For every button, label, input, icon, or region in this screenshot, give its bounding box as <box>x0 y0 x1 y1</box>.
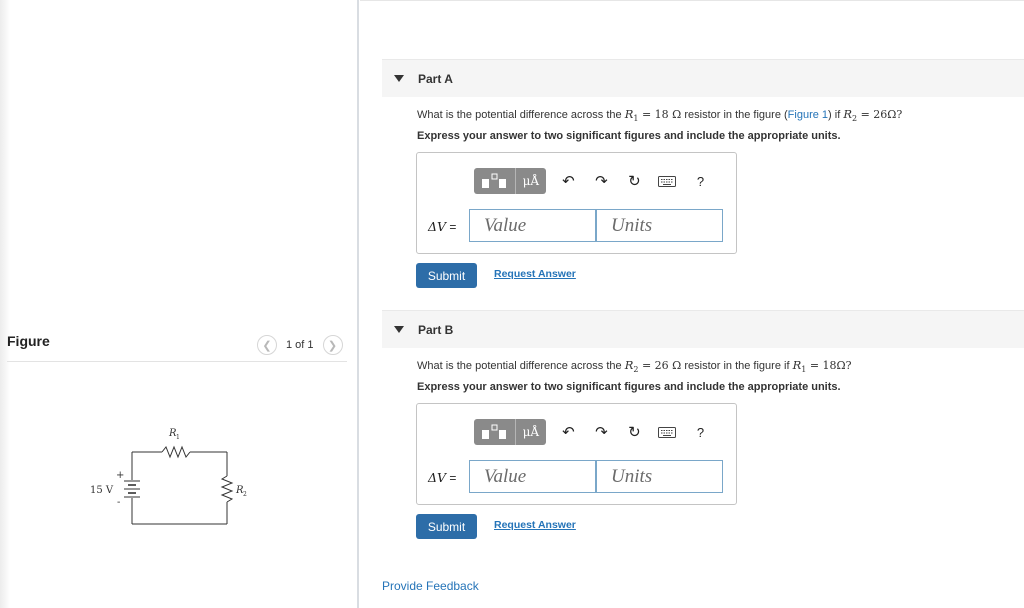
r1-subscript: 1 <box>176 434 180 441</box>
part-a-answer-box: μÅ ↶ ↷ ↻ ? ΔV = <box>416 152 737 254</box>
help-button[interactable]: ? <box>684 168 717 194</box>
battery-icon <box>124 480 140 498</box>
value-input[interactable] <box>469 209 596 242</box>
r2-value: = 26Ω? <box>857 108 903 121</box>
r2-value: = 26 Ω <box>638 359 682 372</box>
battery-minus: - <box>117 497 120 508</box>
reset-icon[interactable]: ↻ <box>618 168 651 194</box>
help-button[interactable]: ? <box>684 419 717 445</box>
part-b-title: Part B <box>418 322 454 337</box>
units-input[interactable] <box>596 209 723 242</box>
value-input[interactable] <box>469 460 596 493</box>
question-text: ) if <box>828 109 844 121</box>
equals-sign: = <box>446 220 457 234</box>
r1-value: = 18Ω? <box>806 359 852 372</box>
undo-icon[interactable]: ↶ <box>552 419 585 445</box>
prev-figure-button[interactable]: ❮ <box>257 335 277 355</box>
r2-symbol: R <box>843 107 852 121</box>
question-text: What is the potential difference across … <box>417 360 625 372</box>
part-b-submit-button[interactable]: Submit <box>416 514 477 539</box>
figure-pane: Figure ❮ 1 of 1 ❯ + - 15 V R 1 R 2 <box>0 0 358 608</box>
next-figure-button[interactable]: ❯ <box>322 335 343 355</box>
question-text: resistor in the figure ( <box>681 109 788 121</box>
provide-feedback-link[interactable]: Provide Feedback <box>382 579 479 593</box>
part-a-question: What is the potential difference across … <box>417 107 902 123</box>
part-b-request-answer-link[interactable]: Request Answer <box>494 519 576 531</box>
source-voltage-label: 15 V <box>90 485 114 496</box>
battery-plus: + <box>116 470 124 481</box>
units-button[interactable]: μÅ <box>514 419 546 445</box>
delta-v-symbol: ΔV <box>428 470 447 485</box>
resistor-r2 <box>220 475 234 503</box>
templates-icon <box>482 173 507 188</box>
top-border <box>360 0 1024 1</box>
keyboard-icon <box>658 175 677 187</box>
part-a-instruction: Express your answer to two significant f… <box>417 130 841 142</box>
undo-icon[interactable]: ↶ <box>552 168 585 194</box>
keyboard-button[interactable] <box>651 419 684 445</box>
templates-button[interactable] <box>474 419 515 445</box>
part-a-header[interactable]: Part A <box>382 59 1024 97</box>
r1-symbol: R <box>792 358 802 372</box>
units-input[interactable] <box>596 460 723 493</box>
part-a-request-answer-link[interactable]: Request Answer <box>494 268 576 280</box>
part-b-answer-box: μÅ ↶ ↷ ↻ ? ΔV = <box>416 403 737 505</box>
reset-icon[interactable]: ↻ <box>618 419 651 445</box>
redo-icon[interactable]: ↷ <box>585 168 618 194</box>
delta-v-label: ΔV = <box>428 470 456 485</box>
circuit-diagram: + - 15 V R 1 R 2 <box>90 428 247 525</box>
resistor-r1 <box>161 445 191 459</box>
pager-text: 1 of 1 <box>286 339 314 351</box>
figure-link[interactable]: Figure 1 <box>788 109 828 121</box>
pane-divider[interactable] <box>357 0 359 608</box>
part-b-instruction: Express your answer to two significant f… <box>417 381 841 393</box>
math-toolbar: μÅ ↶ ↷ ↻ ? <box>474 419 717 445</box>
collapse-triangle-icon[interactable] <box>394 326 404 333</box>
templates-icon <box>482 424 507 439</box>
r2-subscript: 2 <box>243 491 247 498</box>
templates-button[interactable] <box>474 168 515 194</box>
chevron-right-icon: ❯ <box>327 339 338 352</box>
delta-v-label: ΔV = <box>428 219 456 234</box>
equals-sign: = <box>446 471 457 485</box>
collapse-triangle-icon[interactable] <box>394 75 404 82</box>
keyboard-button[interactable] <box>651 168 684 194</box>
figure-pager: ❮ 1 of 1 ❯ <box>257 335 343 355</box>
part-b-question: What is the potential difference across … <box>417 358 852 374</box>
figure-divider <box>7 361 347 362</box>
r1-value: = 18 Ω <box>638 108 682 121</box>
keyboard-icon <box>658 426 677 438</box>
part-a-title: Part A <box>418 71 453 86</box>
figure-title: Figure <box>7 333 50 349</box>
part-a-submit-button[interactable]: Submit <box>416 263 477 288</box>
delta-v-symbol: ΔV <box>428 219 447 234</box>
question-text: resistor in the figure if <box>681 360 793 372</box>
chevron-left-icon: ❮ <box>262 339 272 352</box>
redo-icon[interactable]: ↷ <box>585 419 618 445</box>
pane-shadow <box>0 0 10 608</box>
question-text: What is the potential difference across … <box>417 109 625 121</box>
part-b-header[interactable]: Part B <box>382 310 1024 348</box>
math-toolbar: μÅ ↶ ↷ ↻ ? <box>474 168 717 194</box>
units-button[interactable]: μÅ <box>514 168 546 194</box>
